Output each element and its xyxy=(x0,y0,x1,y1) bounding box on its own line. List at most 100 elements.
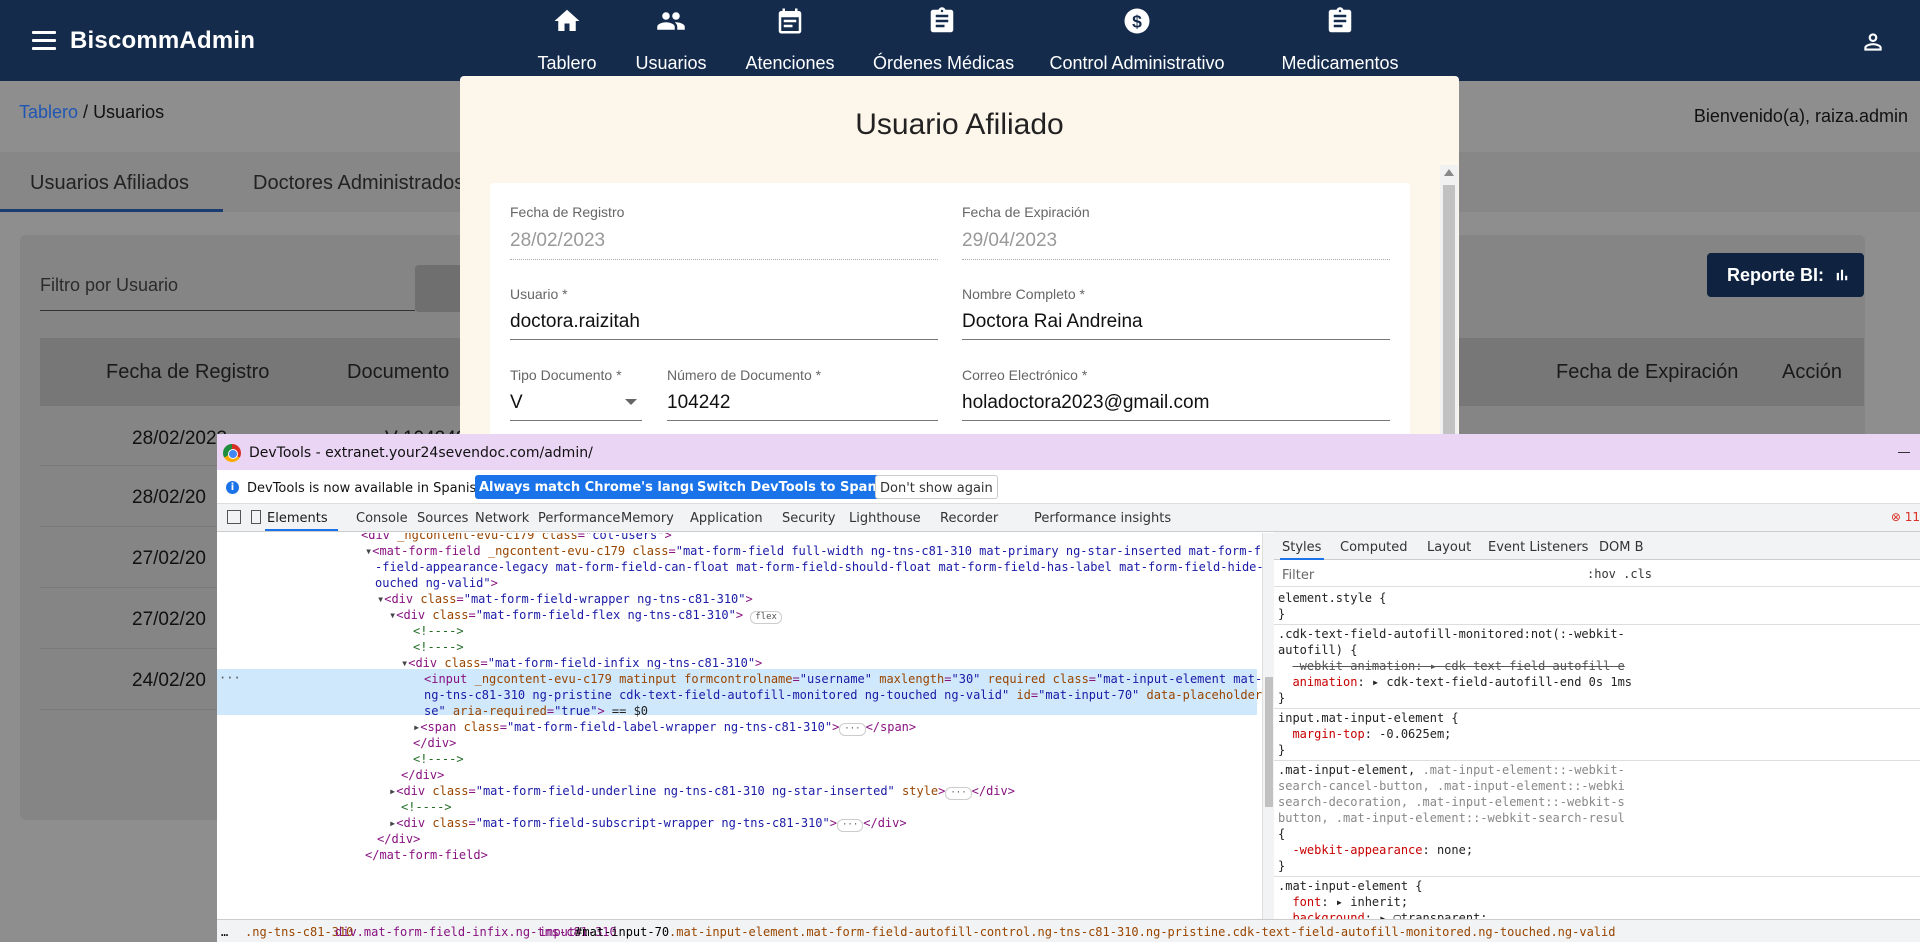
tab-doctores-administrados[interactable]: Doctores Administrados xyxy=(253,172,464,195)
dont-show-again-button[interactable]: Don't show again xyxy=(875,475,998,499)
style-rule[interactable]: font: ▸ inherit; xyxy=(1278,894,1408,910)
breadcrumb-link-tablero[interactable]: Tablero xyxy=(19,102,78,122)
dom-line[interactable]: </div> xyxy=(401,767,444,783)
style-rule[interactable]: -webkit-animation: ▸ cdk-text-field-auto… xyxy=(1278,658,1624,674)
error-count-badge[interactable]: ⊗ 11 xyxy=(1891,510,1920,524)
styles-rules[interactable]: element.style { } .cdk-text-field-autofi… xyxy=(1274,588,1920,919)
tab-recorder[interactable]: Recorder xyxy=(940,511,998,526)
tab-event-listeners[interactable]: Event Listeners xyxy=(1488,540,1588,555)
correo-input[interactable]: holadoctora2023@gmail.com xyxy=(962,392,1209,414)
inspect-element-icon[interactable] xyxy=(227,510,241,524)
dropdown-arrow-icon[interactable] xyxy=(625,399,637,405)
dom-line[interactable]: ▾<div class="mat-form-field-flex ng-tns-… xyxy=(389,607,782,624)
nav-label: Usuarios xyxy=(635,53,707,73)
switch-to-spanish-button[interactable]: Switch DevTools to Spanish xyxy=(693,475,903,499)
dom-line[interactable]: </div> xyxy=(377,831,420,847)
styles-filter[interactable]: Filter :hov .cls xyxy=(1274,561,1920,587)
tab-memory[interactable]: Memory xyxy=(621,511,674,526)
nav-control-administrativo[interactable]: $ Control Administrativo xyxy=(1049,0,1225,81)
breadcrumb-more-icon[interactable]: … xyxy=(221,925,228,939)
style-rule: search-decoration, .mat-input-element::-… xyxy=(1278,795,1625,809)
nav-atenciones[interactable]: Atenciones xyxy=(745,0,835,81)
scrollbar-thumb[interactable] xyxy=(1265,677,1273,807)
dom-line[interactable]: <!----> xyxy=(413,751,464,767)
dom-line[interactable]: <div _ngcontent-evu-c179 class="col-user… xyxy=(361,533,672,543)
account-icon[interactable] xyxy=(1860,29,1886,55)
nav-usuarios[interactable]: Usuarios xyxy=(631,0,711,81)
active-styles-tab-indicator xyxy=(1280,558,1324,560)
usuario-input[interactable]: doctora.raizitah xyxy=(510,311,640,333)
dom-line[interactable]: ▾<div class="mat-form-field-wrapper ng-t… xyxy=(377,591,753,607)
style-rule[interactable]: background: ▸ ▢transparent; xyxy=(1278,910,1487,919)
nombre-completo-input[interactable]: Doctora Rai Andreina xyxy=(962,311,1143,333)
style-rule[interactable]: .mat-input-element { xyxy=(1278,878,1423,894)
tab-computed[interactable]: Computed xyxy=(1340,540,1408,555)
scroll-up-arrow-icon[interactable] xyxy=(1444,169,1454,176)
devtools-title: DevTools - extranet.your24sevendoc.com/a… xyxy=(249,445,593,461)
filter-input[interactable]: Filtro por Usuario xyxy=(40,275,178,296)
nav-medicamentos[interactable]: Medicamentos xyxy=(1265,0,1415,81)
tipo-documento-select[interactable]: V xyxy=(510,392,523,414)
tab-sources[interactable]: Sources xyxy=(417,511,468,526)
tab-lighthouse[interactable]: Lighthouse xyxy=(849,511,921,526)
dom-line[interactable]: <!----> xyxy=(401,799,452,815)
style-rule: button, .mat-input-element::-webkit-sear… xyxy=(1278,811,1625,825)
style-rule[interactable]: .mat-input-element, .mat-input-element::… xyxy=(1278,762,1625,778)
field-label: Número de Documento * xyxy=(667,367,822,383)
dom-line-selected[interactable]: ng-tns-c81-310 ng-pristine cdk-text-fiel… xyxy=(424,687,1262,703)
device-toolbar-icon[interactable] xyxy=(251,510,261,524)
style-rule[interactable]: .cdk-text-field-autofill-monitored:not(:… xyxy=(1278,626,1625,642)
tab-layout[interactable]: Layout xyxy=(1427,540,1471,555)
numero-documento-input[interactable]: 104242 xyxy=(667,392,730,414)
style-rule[interactable]: margin-top: -0.0625em; xyxy=(1278,726,1451,742)
style-rule[interactable]: element.style { xyxy=(1278,590,1386,606)
scrollbar-thumb[interactable] xyxy=(1443,185,1455,445)
minimize-icon[interactable] xyxy=(1898,452,1910,453)
hamburger-menu-icon[interactable] xyxy=(32,31,56,51)
dom-breadcrumb-item[interactable]: input#mat-input-70.mat-input-element.mat… xyxy=(539,925,1615,939)
tab-application[interactable]: Application xyxy=(690,511,763,526)
tab-performance[interactable]: Performance xyxy=(538,511,620,526)
style-rule: } xyxy=(1278,743,1286,757)
style-rule[interactable]: -webkit-appearance: none; xyxy=(1278,842,1473,858)
dom-line[interactable]: </mat-form-field> xyxy=(365,847,488,863)
elements-scrollbar[interactable] xyxy=(1262,533,1274,919)
dialog-scrollbar[interactable] xyxy=(1440,165,1458,445)
tab-styles[interactable]: Styles xyxy=(1282,540,1321,555)
dom-line[interactable]: <!----> xyxy=(413,623,464,639)
tab-elements[interactable]: Elements xyxy=(267,511,328,526)
tab-security[interactable]: Security xyxy=(782,511,835,526)
tab-network[interactable]: Network xyxy=(475,511,529,526)
tab-console[interactable]: Console xyxy=(356,511,408,526)
styles-panel-tabs: Styles Computed Layout Event Listeners D… xyxy=(1274,532,1920,560)
more-options-icon[interactable]: ··· xyxy=(219,671,241,685)
notice-text: DevTools is now available in Spanish! xyxy=(247,481,490,496)
devtools-tabs: Elements Console Sources Network Perform… xyxy=(217,504,1920,532)
dom-line[interactable]: </div> xyxy=(413,735,456,751)
dom-line[interactable]: ▸<div class="mat-form-field-underline ng… xyxy=(389,783,1015,800)
nav-ordenes-medicas[interactable]: Órdenes Médicas xyxy=(873,0,1014,81)
style-rule[interactable]: animation: ▸ cdk-text-field-autofill-end… xyxy=(1278,674,1632,690)
column-header[interactable]: Fecha de Expiración xyxy=(1556,361,1738,384)
dom-line[interactable]: -field-appearance-legacy mat-form-field-… xyxy=(375,559,1262,575)
dom-line[interactable]: <!----> xyxy=(413,639,464,655)
dom-line[interactable]: ouched ng-valid"> xyxy=(375,575,498,591)
dom-line-selected[interactable]: se" aria-required="true"> == $0 xyxy=(424,703,648,719)
hov-cls-toggle[interactable]: :hov .cls xyxy=(1587,567,1652,581)
nav-label: Control Administrativo xyxy=(1049,53,1225,73)
tab-performance-insights[interactable]: Performance insights xyxy=(1034,511,1171,526)
tab-usuarios-afiliados[interactable]: Usuarios Afiliados xyxy=(30,172,189,195)
dom-line[interactable]: ▸<div class="mat-form-field-subscript-wr… xyxy=(389,815,907,832)
elements-tree[interactable]: <div _ngcontent-evu-c179 class="col-user… xyxy=(217,533,1262,919)
nav-tablero[interactable]: Tablero xyxy=(533,0,601,81)
column-header[interactable]: Fecha de Registro xyxy=(106,361,269,384)
always-match-language-button[interactable]: Always match Chrome's language xyxy=(475,475,730,499)
search-button[interactable] xyxy=(415,265,465,312)
dom-line-selected[interactable]: <input _ngcontent-evu-c179 matinput form… xyxy=(424,671,1262,687)
report-bi-button[interactable]: Reporte BI: xyxy=(1707,253,1864,297)
tab-dom-breakpoints[interactable]: DOM B xyxy=(1599,540,1644,555)
dom-line[interactable]: ▸<span class="mat-form-field-label-wrapp… xyxy=(413,719,916,736)
column-header[interactable]: Documento xyxy=(347,361,449,384)
dom-line[interactable]: ▾<mat-form-field _ngcontent-evu-c179 cla… xyxy=(365,543,1262,559)
style-rule[interactable]: input.mat-input-element { xyxy=(1278,710,1459,726)
